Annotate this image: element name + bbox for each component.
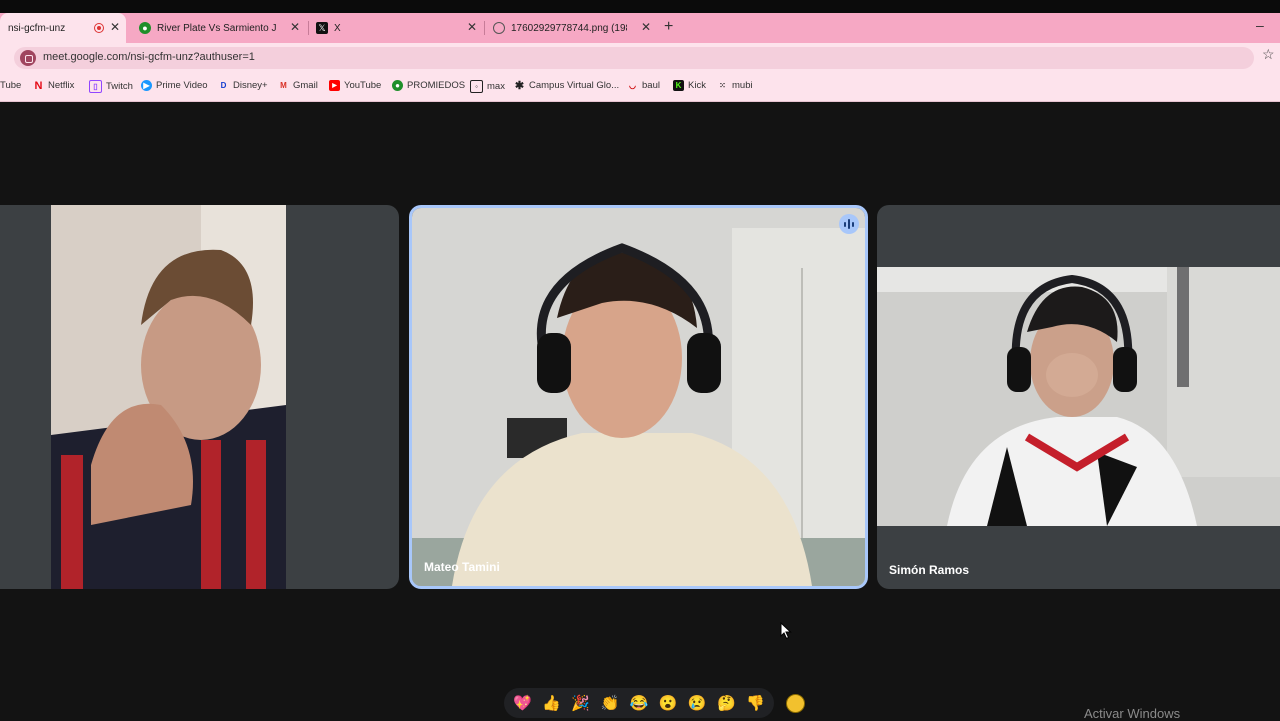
laughing-reaction-button[interactable]: 😂 <box>629 693 649 713</box>
bookmark-label: Campus Virtual Glo... <box>529 80 620 91</box>
bookmark-youtube[interactable]: ▶ YouTube <box>329 80 381 91</box>
bookmark-twitch[interactable]: ▯ Twitch <box>89 80 133 93</box>
bookmark-kick[interactable]: K Kick <box>673 80 706 91</box>
clapping-reaction-button[interactable]: 👏 <box>600 693 620 713</box>
tab-title: 17602929778744.png (1980×1… <box>511 22 627 34</box>
soccer-ball-icon: ● <box>139 22 151 34</box>
surprised-reaction-button[interactable]: 😮 <box>658 693 678 713</box>
tab-bar: nsi-gcfm-unz ✕ ● River Plate Vs Sarmient… <box>0 13 1280 43</box>
minimize-button[interactable]: – <box>1256 17 1264 33</box>
bookmark-star-icon[interactable]: ☆ <box>1262 46 1275 63</box>
close-tab-icon[interactable]: ✕ <box>641 20 651 34</box>
crying-reaction-button[interactable]: 😢 <box>687 693 707 713</box>
thinking-reaction-button[interactable]: 🤔 <box>716 693 736 713</box>
x-logo-icon: 𝕏 <box>316 22 328 34</box>
new-tab-button[interactable]: + <box>664 18 673 36</box>
participant-video <box>412 208 865 586</box>
tab-title: River Plate Vs Sarmiento Junín <box>157 22 277 34</box>
soccer-ball-icon: ● <box>392 80 403 91</box>
tab-x[interactable]: 𝕏 X ✕ <box>308 13 483 43</box>
site-info-icon[interactable] <box>20 50 36 66</box>
participant-name: Mateo Tamini <box>424 560 500 574</box>
youtube-icon: ▶ <box>329 80 340 91</box>
speaking-indicator-icon <box>839 214 859 234</box>
tab-image[interactable]: 17602929778744.png (1980×1… ✕ <box>485 13 657 43</box>
mouse-cursor-icon <box>780 622 792 640</box>
tab-title: X <box>334 22 341 34</box>
bookmark-netflix[interactable]: N Netflix <box>33 79 75 92</box>
bookmark-label: baul <box>642 80 660 91</box>
bookmark-tube[interactable]: Tube <box>0 80 21 91</box>
bookmark-label: mubi <box>732 80 753 91</box>
kick-icon: K <box>673 80 684 91</box>
close-tab-icon[interactable]: ✕ <box>290 20 300 34</box>
title-strip <box>0 0 1280 13</box>
bookmark-prime-video[interactable]: ▶ Prime Video <box>141 80 208 91</box>
bookmark-max[interactable]: ◦ max <box>470 80 505 93</box>
baul-icon: ◡ <box>629 81 636 90</box>
participant-tile[interactable]: Simón Ramos <box>877 205 1280 589</box>
close-tab-icon[interactable]: ✕ <box>110 20 120 34</box>
bookmark-label: Twitch <box>106 81 133 92</box>
globe-icon <box>493 22 505 34</box>
thumbs-down-reaction-button[interactable]: 👎 <box>745 693 765 713</box>
tab-meet[interactable]: nsi-gcfm-unz ✕ <box>0 13 126 43</box>
toolbar: meet.google.com/nsi-gcfm-unz?authuser=1 <box>0 43 1280 72</box>
bookmark-label: Disney+ <box>233 80 268 91</box>
participant-tile-active-speaker[interactable]: Mateo Tamini <box>409 205 868 589</box>
bookmark-label: Kick <box>688 80 706 91</box>
more-reactions-icon[interactable] <box>786 694 805 713</box>
bookmarks-bar: Tube N Netflix ▯ Twitch ▶ Prime Video D … <box>0 72 1280 102</box>
bookmark-campus-virtual[interactable]: ✱ Campus Virtual Glo... <box>514 80 620 92</box>
bookmark-mubi[interactable]: ⁙ mubi <box>717 80 753 91</box>
tab-river-plate[interactable]: ● River Plate Vs Sarmiento Junín ✕ <box>131 13 306 43</box>
disney-icon: D <box>220 81 227 90</box>
participant-name: Simón Ramos <box>889 563 970 577</box>
reaction-bar: 💖 👍 🎉 👏 😂 😮 😢 🤔 👎 <box>504 688 774 718</box>
bookmark-disney[interactable]: D Disney+ <box>218 80 268 91</box>
bookmark-label: Prime Video <box>156 80 208 91</box>
url-text: meet.google.com/nsi-gcfm-unz?authuser=1 <box>43 51 255 63</box>
participant-video <box>877 267 1280 526</box>
address-bar[interactable]: meet.google.com/nsi-gcfm-unz?authuser=1 <box>14 47 1254 69</box>
gmail-icon: M <box>280 81 287 90</box>
tab-title: nsi-gcfm-unz <box>8 22 66 34</box>
participant-video <box>51 205 286 589</box>
windows-activation-watermark: Activar Windows <box>1084 706 1181 721</box>
campus-icon: ✱ <box>514 80 525 92</box>
max-icon: ◦ <box>470 80 483 93</box>
bookmark-label: Gmail <box>293 80 318 91</box>
twitch-icon: ▯ <box>89 80 102 93</box>
netflix-icon: N <box>34 79 43 92</box>
recording-dot-icon <box>94 23 104 33</box>
bookmark-label: PROMIEDOS <box>407 80 466 91</box>
bookmark-promiedos[interactable]: ● PROMIEDOS <box>392 80 465 91</box>
close-tab-icon[interactable]: ✕ <box>467 20 477 34</box>
bookmark-baul[interactable]: ◡ baul <box>627 80 660 91</box>
mubi-icon: ⁙ <box>719 81 726 90</box>
bookmark-label: Tube <box>0 80 22 91</box>
party-popper-reaction-button[interactable]: 🎉 <box>571 693 591 713</box>
bookmark-label: Netflix <box>48 80 75 91</box>
bookmark-gmail[interactable]: M Gmail <box>278 80 318 91</box>
sparkling-heart-reaction-button[interactable]: 💖 <box>513 693 533 713</box>
bookmark-label: max <box>487 81 505 92</box>
prime-video-icon: ▶ <box>141 80 152 91</box>
bookmark-label: YouTube <box>344 80 382 91</box>
thumbs-up-reaction-button[interactable]: 👍 <box>542 693 562 713</box>
participant-tile[interactable] <box>0 205 399 589</box>
